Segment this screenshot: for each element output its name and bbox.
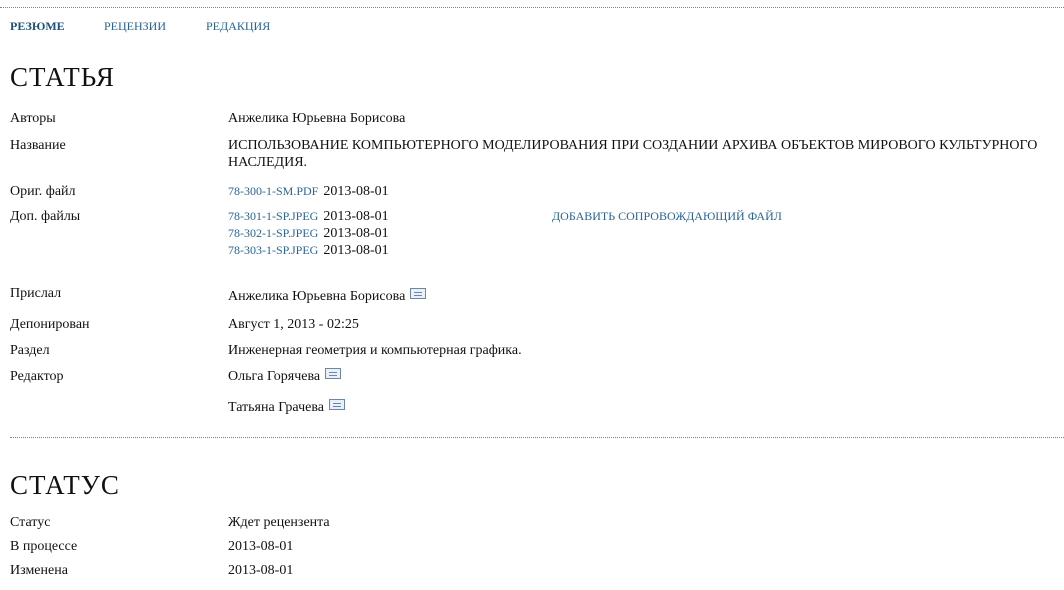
submitted-value: Август 1, 2013 - 02:25: [228, 317, 359, 332]
add-supp-file-link[interactable]: ДОБАВИТЬ СОПРОВОЖДАЮЩИЙ ФАЙЛ: [552, 208, 782, 225]
status-label: Статус: [10, 515, 51, 530]
editor-item: Ольга Горячева: [228, 368, 1058, 399]
supp-file-date: 2013-08-01: [323, 226, 389, 241]
tab-summary[interactable]: РЕЗЮМЕ: [10, 19, 65, 34]
submitted-label: Депонирован: [10, 317, 90, 332]
supp-files-list: 78-301-1-SP.JPEG 2013-08-01 78-302-1-SP.J…: [228, 208, 1058, 259]
supp-file-link[interactable]: 78-303-1-SP.JPEG: [228, 243, 318, 257]
editor-item: Татьяна Грачева: [228, 399, 1058, 416]
envelope-icon[interactable]: [410, 288, 427, 299]
envelope-icon[interactable]: [325, 368, 342, 379]
editor-list: Ольга Горячева Татьяна Грачева: [228, 368, 1058, 416]
section-label: Раздел: [10, 343, 50, 358]
supp-file-item: 78-303-1-SP.JPEG 2013-08-01: [228, 242, 1058, 259]
modified-value: 2013-08-01: [228, 563, 294, 578]
section-divider: [10, 437, 1064, 438]
supp-file-date: 2013-08-01: [323, 243, 389, 258]
editor-label: Редактор: [10, 369, 64, 384]
supp-file-link[interactable]: 78-302-1-SP.JPEG: [228, 226, 318, 240]
authors-value: Анжелика Юрьевна Борисова: [228, 111, 406, 126]
editor-name: Татьяна Грачева: [228, 400, 324, 415]
orig-file-label: Ориг. файл: [10, 184, 76, 199]
tab-editing[interactable]: РЕДАКЦИЯ: [206, 19, 270, 34]
in-progress-value: 2013-08-01: [228, 539, 294, 554]
supp-file-date: 2013-08-01: [323, 209, 389, 224]
orig-file-link[interactable]: 78-300-1-SM.PDF: [228, 184, 318, 198]
section-value: Инженерная геометрия и компьютерная граф…: [228, 343, 522, 358]
status-heading: СТАТУС: [10, 470, 120, 500]
status-value: Ждет рецензента: [228, 515, 330, 530]
title-value: ИСПОЛЬЗОВАНИЕ КОМПЬЮТЕРНОГО МОДЕЛИРОВАНИ…: [228, 138, 1038, 170]
article-heading: СТАТЬЯ: [10, 62, 115, 92]
orig-file-date: 2013-08-01: [323, 184, 389, 199]
submitter-label: Прислал: [10, 286, 62, 301]
supp-file-item: 78-302-1-SP.JPEG 2013-08-01: [228, 225, 1058, 242]
tab-review[interactable]: РЕЦЕНЗИИ: [104, 19, 166, 34]
submitter-value: Анжелика Юрьевна Борисова: [228, 289, 406, 304]
authors-label: Авторы: [10, 111, 56, 126]
in-progress-label: В процессе: [10, 539, 78, 554]
envelope-icon[interactable]: [328, 399, 345, 410]
modified-label: Изменена: [10, 563, 68, 578]
top-divider: [0, 7, 1064, 8]
supp-files-label: Доп. файлы: [10, 209, 81, 224]
supp-file-link[interactable]: 78-301-1-SP.JPEG: [228, 209, 318, 223]
editor-name: Ольга Горячева: [228, 369, 321, 384]
title-label: Название: [10, 138, 66, 153]
